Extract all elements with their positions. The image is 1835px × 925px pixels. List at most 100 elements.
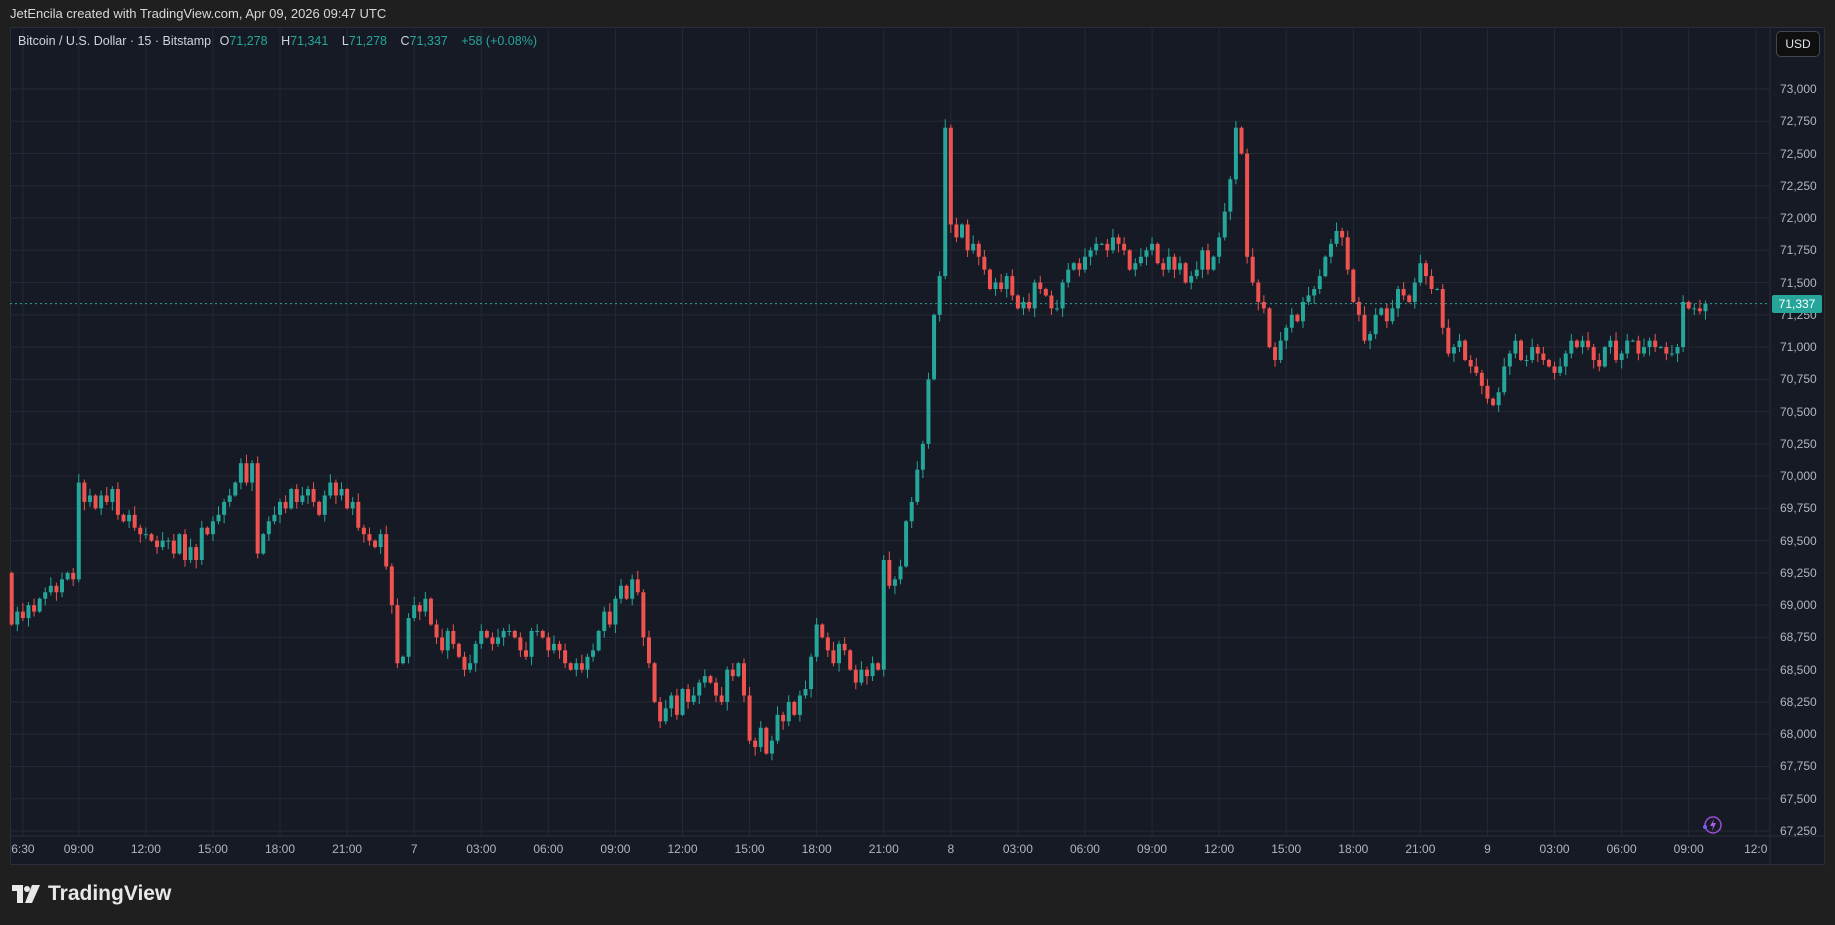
- candle-body: [714, 682, 719, 696]
- candle-body: [960, 224, 964, 238]
- candle-body: [1284, 327, 1289, 341]
- candle: [837, 640, 842, 672]
- candle: [825, 632, 830, 658]
- candle-body: [1300, 301, 1305, 322]
- candle: [1312, 285, 1317, 304]
- price-tick-label: 70,500: [1780, 404, 1817, 419]
- candle: [311, 482, 316, 507]
- candle-body: [82, 482, 87, 502]
- candle-body: [1043, 289, 1048, 296]
- symbol-title: Bitcoin / U.S. Dollar · 15 · Bitstamp: [18, 34, 212, 48]
- candle-body: [1546, 359, 1551, 367]
- candle: [121, 513, 126, 523]
- candle: [926, 372, 931, 449]
- candle-body: [842, 643, 847, 651]
- candle: [1396, 285, 1401, 317]
- candle: [982, 250, 987, 275]
- candle: [1625, 333, 1630, 359]
- candle-body: [1295, 314, 1300, 322]
- candle: [339, 482, 344, 501]
- candle-body: [138, 527, 143, 535]
- candle: [238, 458, 243, 490]
- candle-body: [60, 579, 65, 593]
- price-tick-label: 71,500: [1780, 275, 1817, 290]
- candle-body: [1161, 263, 1166, 270]
- candle: [892, 576, 897, 595]
- candle-body: [730, 669, 735, 677]
- close-label: C: [400, 34, 410, 48]
- candle-body: [255, 463, 260, 554]
- time-tick-label: 21:00: [332, 842, 363, 856]
- candle: [54, 582, 59, 601]
- candle: [540, 629, 545, 639]
- currency-button[interactable]: USD: [1776, 31, 1820, 57]
- candle-body: [1278, 340, 1283, 360]
- candle: [227, 488, 232, 507]
- candle: [233, 481, 238, 497]
- price-tick-label: 72,750: [1780, 114, 1817, 129]
- high-value: 71,341: [290, 34, 329, 48]
- time-tick-label: 21:00: [868, 842, 899, 856]
- candle-body: [434, 624, 439, 638]
- candle-body: [546, 637, 551, 651]
- candle-body: [1183, 263, 1188, 283]
- candle: [1233, 121, 1238, 185]
- candle-body: [300, 495, 305, 502]
- candle: [76, 474, 81, 583]
- candle: [1524, 355, 1529, 367]
- candle: [294, 484, 299, 509]
- candle-body: [943, 127, 948, 277]
- candle: [842, 637, 847, 656]
- candle-body: [361, 527, 366, 535]
- candle-body: [210, 521, 215, 535]
- candle-body: [1334, 230, 1339, 244]
- candle-body: [121, 514, 126, 522]
- lightning-icon[interactable]: [1700, 813, 1724, 842]
- candle: [714, 677, 719, 703]
- candle-body: [1519, 340, 1523, 360]
- candle: [289, 487, 294, 510]
- candle-body: [1351, 269, 1356, 302]
- time-tick-label: 12:00: [667, 842, 698, 856]
- candle-body: [182, 534, 187, 560]
- symbol-legend[interactable]: Bitcoin / U.S. Dollar · 15 · Bitstamp O7…: [18, 34, 542, 48]
- candle-body: [194, 547, 199, 560]
- time-tick-label: 18:00: [801, 842, 832, 856]
- candle-body: [389, 566, 394, 606]
- time-tick-label: 03:00: [1002, 842, 1033, 856]
- price-tick-label: 67,500: [1780, 791, 1817, 806]
- candlestick-chart[interactable]: [0, 0, 1835, 925]
- candle: [1049, 290, 1054, 316]
- time-tick-label: 15:00: [734, 842, 765, 856]
- candle: [702, 669, 707, 688]
- candle: [1429, 269, 1434, 294]
- candle: [501, 627, 506, 646]
- candle: [999, 274, 1004, 293]
- candle: [210, 516, 215, 541]
- candle: [440, 628, 445, 654]
- candle-body: [557, 643, 562, 651]
- candle-body: [1122, 243, 1127, 251]
- candle-body: [71, 572, 76, 580]
- candle: [1491, 397, 1496, 407]
- candle-body: [1502, 366, 1507, 393]
- candle: [591, 643, 596, 662]
- candle-body: [1468, 359, 1473, 367]
- price-tick-label: 67,750: [1780, 759, 1817, 774]
- candle: [1105, 238, 1110, 258]
- candle: [166, 537, 171, 550]
- candle: [1345, 230, 1350, 275]
- candle: [127, 509, 132, 528]
- price-tick-label: 72,000: [1780, 211, 1817, 226]
- candle-body: [311, 489, 316, 502]
- candle-body: [1418, 263, 1423, 283]
- tradingview-logo[interactable]: TradingView: [12, 882, 171, 906]
- candle-body: [635, 579, 640, 593]
- candle: [345, 487, 350, 510]
- price-tick-label: 67,250: [1780, 823, 1817, 838]
- candle-body: [1150, 243, 1155, 251]
- candle-body: [1060, 282, 1065, 309]
- candle: [674, 688, 679, 720]
- candle: [1027, 293, 1032, 312]
- candle-body: [948, 127, 953, 225]
